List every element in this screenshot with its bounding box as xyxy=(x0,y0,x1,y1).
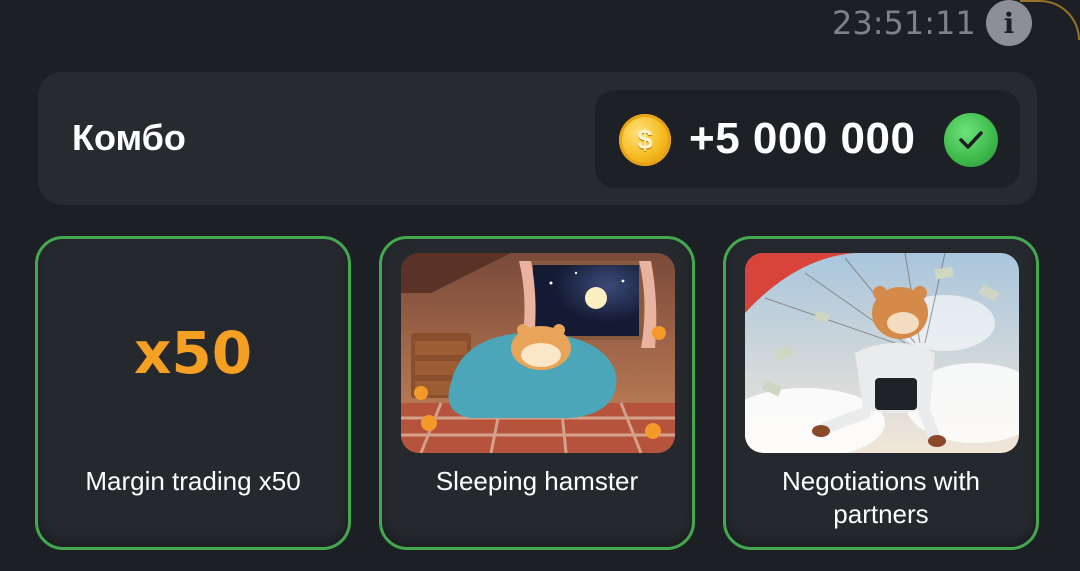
countdown-timer: 23:51:11 xyxy=(832,4,976,42)
reward-amount: +5 000 000 xyxy=(689,114,916,163)
sleeping-hamster-illustration xyxy=(401,253,675,453)
card-label: Negotiations with partners xyxy=(782,466,980,529)
info-icon[interactable]: i xyxy=(986,0,1032,46)
combo-card-negotiations[interactable]: Negotiations with partners xyxy=(723,236,1039,550)
card-multiplier: x50 xyxy=(133,319,253,387)
combo-card-sleeping-hamster[interactable]: Sleeping hamster xyxy=(379,236,695,550)
card-label: Sleeping hamster xyxy=(435,466,639,496)
check-circle-icon xyxy=(944,113,998,167)
coin-icon: $ xyxy=(619,114,671,166)
daily-combo-screen: 23:51:11 i Комбо $ +5 000 000 x50 Margin… xyxy=(0,0,1080,571)
coin-symbol: $ xyxy=(637,124,653,155)
card-label: Margin trading x50 xyxy=(85,466,301,496)
combo-title: Комбо xyxy=(72,117,186,158)
parachuting-hamster-illustration xyxy=(745,253,1019,453)
combo-header-panel: Комбо $ +5 000 000 xyxy=(38,72,1037,205)
combo-card-margin-trading[interactable]: x50 Margin trading x50 xyxy=(35,236,351,550)
reward-pill: $ +5 000 000 xyxy=(595,90,1020,188)
